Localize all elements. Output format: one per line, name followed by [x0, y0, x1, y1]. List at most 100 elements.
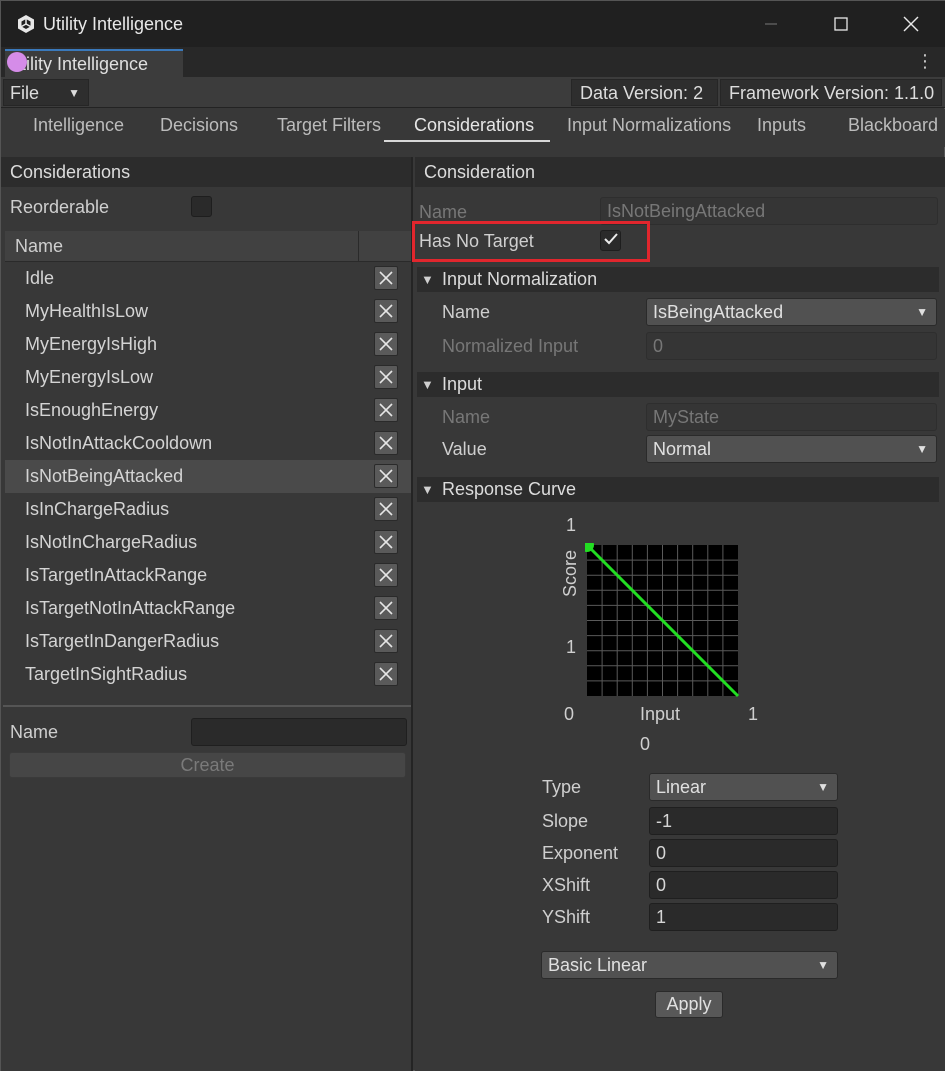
close-icon	[379, 436, 393, 450]
delete-item-button[interactable]	[374, 596, 398, 620]
window-title: Utility Intelligence	[43, 13, 184, 34]
yshift-input[interactable]: 1	[649, 903, 838, 931]
delete-item-button[interactable]	[374, 266, 398, 290]
curve-preset-dropdown[interactable]: Basic Linear ▼	[541, 951, 838, 979]
list-item[interactable]: IsTargetInAttackRange	[5, 559, 411, 592]
input-preview-value: 0	[640, 734, 651, 754]
delete-item-button[interactable]	[374, 464, 398, 488]
new-name-input[interactable]	[191, 718, 407, 746]
delete-item-button[interactable]	[374, 530, 398, 554]
list-item-label: IsNotInChargeRadius	[25, 532, 198, 552]
close-icon	[379, 634, 393, 648]
response-curve-header: Response Curve	[442, 479, 577, 499]
create-button[interactable]: Create	[9, 752, 406, 778]
reorderable-checkbox[interactable]	[191, 196, 212, 217]
normalization-name-dropdown[interactable]: IsBeingAttacked ▼	[646, 298, 937, 326]
y-axis-label: Score	[560, 549, 580, 597]
close-icon	[379, 568, 393, 582]
considerations-header: Considerations	[1, 157, 411, 187]
collapse-triangle-icon: ▼	[421, 377, 434, 392]
new-name-label: Name	[10, 722, 59, 742]
maximize-icon	[834, 17, 848, 31]
list-item-label: IsTargetNotInAttackRange	[25, 598, 236, 618]
reorderable-label: Reorderable	[10, 197, 110, 217]
input-section[interactable]: ▼ Input	[417, 372, 939, 397]
maximize-button[interactable]	[806, 1, 876, 47]
tab-blackboard[interactable]: Blackboard	[848, 115, 938, 136]
close-icon	[379, 601, 393, 615]
input-normalization-section[interactable]: ▼ Input Normalization	[417, 267, 939, 292]
data-version-label: Data Version: 2	[571, 79, 718, 106]
list-item-label: IsTargetInDangerRadius	[25, 631, 220, 651]
document-tab[interactable]: tility Intelligence	[5, 49, 183, 77]
list-item[interactable]: IsTargetNotInAttackRange	[5, 592, 411, 625]
tab-target-filters[interactable]: Target Filters	[277, 115, 381, 136]
tab-decisions[interactable]: Decisions	[160, 115, 238, 136]
list-item[interactable]: IsTargetInDangerRadius	[5, 625, 411, 658]
type-label: Type	[542, 777, 582, 797]
x-axis-right-tick: 1	[748, 704, 759, 724]
list-item-label: MyHealthIsLow	[25, 301, 149, 321]
tab-input-normalizations[interactable]: Input Normalizations	[567, 115, 731, 136]
more-options-icon[interactable]: ⋮	[916, 51, 934, 72]
list-item[interactable]: Idle	[5, 262, 411, 295]
delete-item-button[interactable]	[374, 563, 398, 587]
close-icon	[379, 535, 393, 549]
input-header: Input	[442, 374, 483, 394]
input-normalization-header: Input Normalization	[442, 269, 598, 289]
list-item-label: IsNotInAttackCooldown	[25, 433, 213, 453]
input-value-dropdown[interactable]: Normal ▼	[646, 435, 937, 463]
chevron-down-icon: ▼	[817, 958, 829, 972]
delete-item-button[interactable]	[374, 629, 398, 653]
input-name-field: MyState	[646, 403, 937, 431]
highlight-annotation-box	[412, 221, 650, 262]
list-item-label: IsNotBeingAttacked	[25, 466, 184, 486]
close-icon	[379, 271, 393, 285]
close-icon	[379, 469, 393, 483]
normalized-input-label: Normalized Input	[442, 336, 579, 356]
delete-item-button[interactable]	[374, 662, 398, 686]
x-axis-label: Input	[640, 704, 681, 724]
delete-item-button[interactable]	[374, 299, 398, 323]
close-icon	[379, 502, 393, 516]
consideration-name-field: IsNotBeingAttacked	[600, 197, 938, 225]
delete-item-button[interactable]	[374, 398, 398, 422]
tab-considerations[interactable]: Considerations	[414, 115, 534, 136]
minimize-button[interactable]	[736, 1, 806, 47]
tab-inputs[interactable]: Inputs	[757, 115, 806, 136]
list-item[interactable]: MyHealthIsLow	[5, 295, 411, 328]
curve-type-dropdown[interactable]: Linear ▼	[649, 773, 838, 801]
name-column-header[interactable]: Name	[15, 236, 63, 257]
list-column-header: Name	[5, 231, 411, 262]
delete-item-button[interactable]	[374, 431, 398, 455]
list-item[interactable]: MyEnergyIsLow	[5, 361, 411, 394]
delete-item-button[interactable]	[374, 497, 398, 521]
close-icon	[379, 667, 393, 681]
list-item[interactable]: IsNotBeingAttacked	[5, 460, 411, 493]
delete-item-button[interactable]	[374, 365, 398, 389]
xshift-label: XShift	[542, 875, 591, 895]
list-item[interactable]: IsNotInChargeRadius	[5, 526, 411, 559]
list-item-label: Idle	[25, 268, 55, 288]
xshift-input[interactable]: 0	[649, 871, 838, 899]
slope-label: Slope	[542, 811, 589, 831]
close-window-button[interactable]	[876, 1, 945, 47]
list-item[interactable]: IsNotInAttackCooldown	[5, 427, 411, 460]
response-curve-section[interactable]: ▼ Response Curve	[417, 477, 939, 502]
list-item[interactable]: IsInChargeRadius	[5, 493, 411, 526]
consideration-header: Consideration	[415, 157, 945, 187]
list-item[interactable]: TargetInSightRadius	[5, 658, 411, 691]
list-item[interactable]: IsEnoughEnergy	[5, 394, 411, 427]
tab-intelligence[interactable]: Intelligence	[33, 115, 124, 136]
slope-input[interactable]: -1	[649, 807, 838, 835]
response-curve-chart	[585, 543, 740, 698]
file-menu-button[interactable]: File ▼	[3, 79, 89, 106]
exponent-input[interactable]: 0	[649, 839, 838, 867]
close-icon	[379, 403, 393, 417]
consideration-name-label: Name	[419, 202, 468, 222]
apply-button[interactable]: Apply	[655, 991, 723, 1018]
list-item[interactable]: MyEnergyIsHigh	[5, 328, 411, 361]
delete-item-button[interactable]	[374, 332, 398, 356]
column-divider	[358, 231, 359, 262]
chevron-down-icon: ▼	[68, 86, 80, 100]
